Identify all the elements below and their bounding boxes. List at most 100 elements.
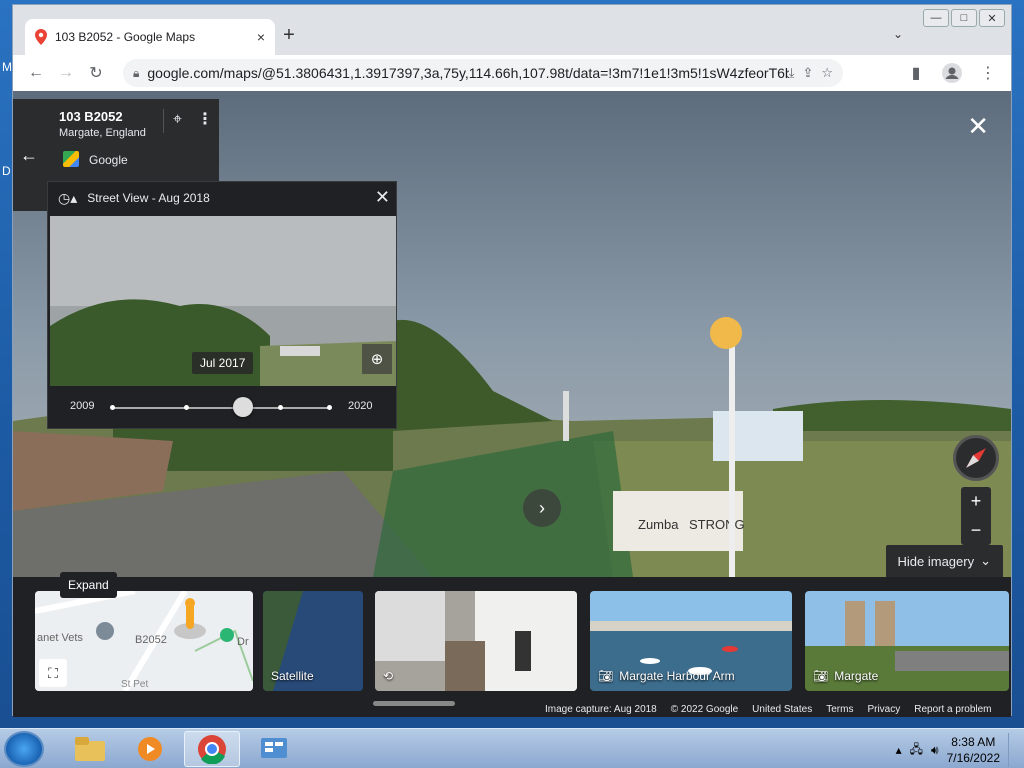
divider: [163, 109, 164, 133]
map-footer: Image capture: Aug 2018 © 2022 Google Un…: [539, 701, 998, 717]
terms-link[interactable]: Terms: [826, 704, 853, 715]
time-machine-preview[interactable]: Jul 2017 ⊕: [50, 216, 396, 386]
file-explorer-icon[interactable]: [62, 731, 118, 767]
menu-kebab-icon[interactable]: ⋮: [973, 58, 1003, 88]
desktop-icon-label: D: [2, 164, 11, 178]
tab-title: 103 B2052 - Google Maps: [55, 30, 196, 44]
history-clock-icon[interactable]: ◷▴: [58, 190, 77, 207]
new-tab-button[interactable]: +: [275, 24, 303, 47]
margate-thumbnail[interactable]: 📷︎ Margate: [805, 591, 1009, 691]
media-player-icon[interactable]: [122, 731, 178, 767]
place-location: Margate, England: [59, 127, 146, 139]
hide-imagery-label: Hide imagery: [897, 553, 975, 569]
report-problem-link[interactable]: Report a problem: [914, 704, 991, 715]
clock-date: 7/16/2022: [946, 751, 1000, 765]
window-controls: — □ ✕: [923, 9, 1005, 27]
satellite-thumbnail[interactable]: Satellite: [263, 591, 363, 691]
camera-icon: 📷︎: [598, 669, 614, 683]
zoom-in-preview-icon[interactable]: ⊕: [362, 344, 392, 374]
time-machine-panel: ◷▴ Street View - Aug 2018 ✕ Jul 2017 ⊕ 2…: [47, 181, 397, 429]
slider-track[interactable]: [112, 407, 330, 409]
profile-avatar-icon[interactable]: [937, 58, 967, 88]
chevron-double-down-icon: ⌄: [980, 553, 991, 568]
map-label-road: B2052: [135, 634, 167, 646]
lock-icon: 🔒︎: [133, 65, 140, 80]
bookmark-star-icon[interactable]: ☆: [821, 65, 833, 81]
more-options-icon[interactable]: ⋮: [197, 109, 213, 129]
url-text[interactable]: google.com/maps/@51.3806431,1.3917397,3a…: [147, 65, 788, 81]
slider-tick[interactable]: [278, 405, 283, 410]
close-window-button[interactable]: ✕: [979, 9, 1005, 27]
minimize-button[interactable]: —: [923, 9, 949, 27]
browser-tab[interactable]: 103 B2052 - Google Maps ×: [25, 19, 275, 55]
time-slider[interactable]: 2009 2020: [48, 388, 398, 428]
copyright: © 2022 Google: [670, 703, 739, 715]
slider-tick[interactable]: [110, 405, 115, 410]
place-name: 103 B2052: [59, 109, 123, 124]
map-thumbnail[interactable]: anet Vets B2052 Dr St Pet ⛶: [35, 591, 253, 691]
clock-time: 8:38 AM: [951, 735, 996, 749]
place-source[interactable]: Google: [89, 153, 128, 167]
chrome-icon[interactable]: [184, 731, 240, 767]
volume-icon[interactable]: 🔊︎: [931, 743, 939, 758]
margate-harbour-label: Margate Harbour Arm: [619, 669, 735, 683]
slider-start-year: 2009: [70, 400, 95, 412]
camera-icon: 📷︎: [813, 669, 829, 683]
desktop-icon-label: M: [2, 60, 12, 74]
maps-content: Zumba STRONG ← 103 B2052 Margate, Englan…: [13, 91, 1011, 717]
country-link[interactable]: United States: [752, 704, 812, 715]
slider-end-year: 2020: [348, 400, 373, 412]
taskbar: ▴ 🖧︎ 🔊︎ 8:38 AM 7/16/2022: [0, 728, 1024, 768]
network-icon[interactable]: 🖧︎: [910, 740, 923, 761]
360-icon: ⟲: [383, 669, 394, 683]
margate-label: Margate: [834, 669, 879, 683]
maximize-button[interactable]: □: [951, 9, 977, 27]
maps-pin-icon: [35, 29, 47, 45]
preview-date-label: Jul 2017: [192, 352, 254, 374]
privacy-link[interactable]: Privacy: [867, 704, 900, 715]
install-icon[interactable]: ⤓: [789, 65, 795, 81]
close-icon[interactable]: ✕: [375, 187, 390, 208]
map-label-dr: Dr: [237, 636, 249, 648]
clock[interactable]: 8:38 AM 7/16/2022: [947, 734, 1000, 766]
mini-map-image: anet Vets B2052 Dr St Pet: [35, 591, 253, 691]
slider-tick[interactable]: [327, 405, 332, 410]
browser-toolbar: ← → ↻ 🔒︎ google.com/maps/@51.3806431,1.3…: [13, 55, 1011, 91]
side-panel-icon[interactable]: ▮: [901, 58, 931, 88]
zoom-in-button[interactable]: +: [961, 487, 991, 516]
tab-search-icon[interactable]: ⌄: [893, 27, 903, 41]
thumbnail-scrollbar[interactable]: [373, 701, 455, 706]
hide-imagery-button[interactable]: Hide imagery ⌄: [885, 545, 1003, 577]
back-arrow-icon[interactable]: ←: [13, 99, 45, 211]
reload-icon[interactable]: ↻: [81, 58, 111, 88]
compass-icon[interactable]: [953, 435, 999, 481]
strong-sign-text: STRONG: [689, 517, 745, 532]
time-machine-title: Street View - Aug 2018: [87, 191, 210, 205]
control-panel-icon[interactable]: [246, 731, 302, 767]
zoom-control: + −: [961, 487, 991, 545]
zumba-sign-text: Zumba: [638, 517, 679, 532]
forward-icon[interactable]: →: [51, 58, 81, 88]
expand-icon[interactable]: ⛶: [39, 659, 67, 687]
map-label-vets: anet Vets: [37, 632, 83, 644]
google-maps-logo-icon: [63, 151, 79, 167]
street-view-thumbnail[interactable]: ⟲: [375, 591, 577, 691]
tab-close-icon[interactable]: ×: [257, 29, 265, 45]
satellite-label: Satellite: [271, 669, 314, 683]
show-desktop-button[interactable]: [1008, 733, 1018, 767]
back-icon[interactable]: ←: [21, 58, 51, 88]
close-street-view-icon[interactable]: ✕: [967, 111, 989, 142]
system-tray: ▴ 🖧︎ 🔊︎ 8:38 AM 7/16/2022: [896, 733, 1018, 767]
browser-window: — □ ✕ 103 B2052 - Google Maps × + ⌄ ← → …: [12, 4, 1012, 717]
show-hidden-icons-icon[interactable]: ▴: [896, 743, 902, 757]
share-icon[interactable]: ⇪: [802, 65, 813, 81]
address-bar[interactable]: 🔒︎ google.com/maps/@51.3806431,1.3917397…: [123, 59, 843, 87]
image-capture-date: Image capture: Aug 2018: [545, 703, 657, 715]
zoom-out-button[interactable]: −: [961, 516, 991, 545]
margate-harbour-thumbnail[interactable]: 📷︎ Margate Harbour Arm: [590, 591, 792, 691]
location-pin-icon[interactable]: ⌖: [173, 111, 182, 129]
slider-tick[interactable]: [184, 405, 189, 410]
navigate-forward-icon[interactable]: ›: [523, 489, 561, 527]
slider-thumb[interactable]: [232, 397, 253, 417]
start-button[interactable]: [4, 731, 44, 767]
